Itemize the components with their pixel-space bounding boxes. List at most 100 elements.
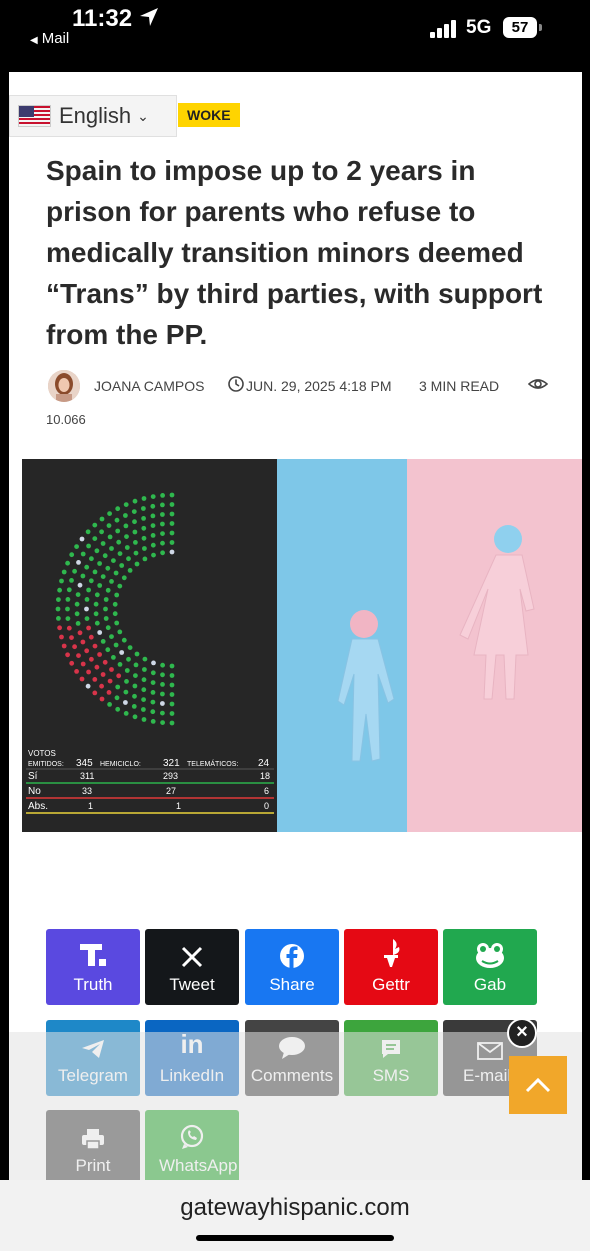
close-icon[interactable]: ×	[507, 1018, 537, 1048]
svg-text:321: 321	[163, 758, 180, 769]
seat-dot	[169, 540, 175, 545]
seat-dot	[132, 683, 138, 689]
seat-dot	[106, 523, 112, 528]
comments-label: Comments	[250, 1066, 334, 1085]
seat-dot	[141, 516, 146, 521]
author-avatar[interactable]	[48, 370, 80, 402]
seat-dot	[117, 583, 123, 589]
seat-dot	[75, 592, 81, 597]
seat-dot	[114, 695, 120, 701]
share-gab-label: Gab	[473, 975, 507, 994]
share-sms-button[interactable]: SMS	[344, 1020, 438, 1096]
share-linkedin-button[interactable]: in LinkedIn	[145, 1020, 239, 1096]
seat-dot	[84, 597, 90, 602]
share-gettr-button[interactable]: Gettr	[344, 929, 438, 1005]
seat-dot	[88, 578, 94, 584]
seat-dot	[115, 706, 121, 712]
back-to-app-link[interactable]: ◀ Mail	[30, 30, 69, 47]
share-facebook-label: Share	[269, 975, 315, 994]
seat-dot	[150, 523, 156, 528]
print-button[interactable]: Print	[46, 1110, 140, 1180]
seat-dot	[97, 652, 102, 657]
seat-dot	[75, 621, 81, 626]
seat-dot	[69, 660, 75, 666]
truth-icon	[80, 944, 106, 966]
share-whatsapp-button[interactable]: WhatsApp	[145, 1110, 239, 1180]
scroll-to-top-button[interactable]	[509, 1056, 567, 1114]
clock-time: 11:32	[72, 5, 133, 32]
seat-dot	[169, 701, 175, 707]
seat-dot	[123, 689, 129, 695]
seat-dot	[92, 690, 98, 696]
browser-address-bar[interactable]: gatewayhispanic.com	[0, 1180, 590, 1251]
seat-dot	[141, 717, 147, 722]
seat-dot	[55, 606, 61, 612]
seat-dot	[151, 552, 156, 558]
seat-dot	[92, 677, 98, 682]
seat-dot	[94, 592, 100, 598]
seat-dot	[74, 601, 80, 607]
page-url[interactable]: gatewayhispanic.com	[0, 1194, 590, 1222]
seat-dot	[126, 556, 131, 562]
read-time: 3 MIN READ	[419, 378, 500, 394]
seat-dot	[124, 679, 129, 684]
share-linkedin-label: LinkedIn	[159, 1066, 225, 1085]
seat-dot	[160, 550, 166, 556]
seat-dot	[76, 560, 81, 565]
seat-dot	[123, 700, 128, 705]
seat-dot	[103, 616, 109, 621]
seat-dot	[132, 498, 138, 504]
signal-icon	[430, 20, 460, 38]
seat-dot	[169, 663, 175, 669]
author-name[interactable]: JOANA CAMPOS	[94, 378, 204, 394]
share-tweet-button[interactable]: Tweet	[145, 929, 239, 1005]
svg-text:24: 24	[258, 758, 270, 769]
seat-dot	[69, 552, 75, 558]
seat-dot	[160, 682, 165, 687]
seat-dot	[132, 693, 137, 699]
seat-dot	[134, 651, 140, 657]
comment-icon	[279, 1037, 305, 1059]
seat-dot	[59, 634, 64, 640]
share-gab-button[interactable]: Gab	[443, 929, 537, 1005]
seat-dot	[142, 656, 148, 662]
share-whatsapp-label: WhatsApp	[159, 1156, 238, 1175]
seat-dot	[111, 558, 116, 563]
seat-dot	[77, 582, 83, 588]
share-facebook-button[interactable]: Share	[245, 929, 339, 1005]
network-type: 5G	[466, 17, 492, 38]
seat-dot	[105, 625, 111, 631]
seat-dot	[150, 513, 156, 519]
category-tag[interactable]: WOKE	[178, 103, 240, 127]
seat-dot	[97, 561, 102, 566]
seat-dot	[119, 563, 125, 568]
seat-dot	[85, 683, 91, 689]
seat-dot	[69, 635, 74, 640]
language-selector[interactable]: English ⌄	[9, 95, 177, 137]
seat-dot	[121, 637, 127, 643]
seat-dot	[150, 709, 156, 715]
seat-dot	[123, 711, 129, 716]
seat-dot	[150, 533, 156, 538]
seat-dot	[169, 720, 175, 726]
seat-dot	[160, 493, 166, 498]
seat-dot	[100, 574, 106, 579]
seat-dot	[61, 569, 67, 575]
home-indicator[interactable]	[196, 1235, 394, 1241]
seat-dot	[61, 643, 67, 649]
svg-text:33: 33	[82, 786, 92, 796]
svg-text:EMITIDOS:: EMITIDOS:	[28, 761, 64, 768]
seat-dot	[150, 670, 156, 676]
share-telegram-button[interactable]: Telegram	[46, 1020, 140, 1096]
seat-dot	[160, 662, 166, 668]
seat-dot	[160, 720, 166, 725]
clock-icon	[228, 376, 244, 392]
seat-dot	[124, 534, 129, 539]
share-truth-button[interactable]: Truth	[46, 929, 140, 1005]
seat-dot	[126, 656, 131, 662]
seat-dot	[169, 673, 175, 678]
seat-dot	[93, 611, 99, 617]
comments-button[interactable]: Comments	[245, 1020, 339, 1096]
seat-dot	[150, 503, 156, 509]
seat-dot	[65, 616, 71, 621]
